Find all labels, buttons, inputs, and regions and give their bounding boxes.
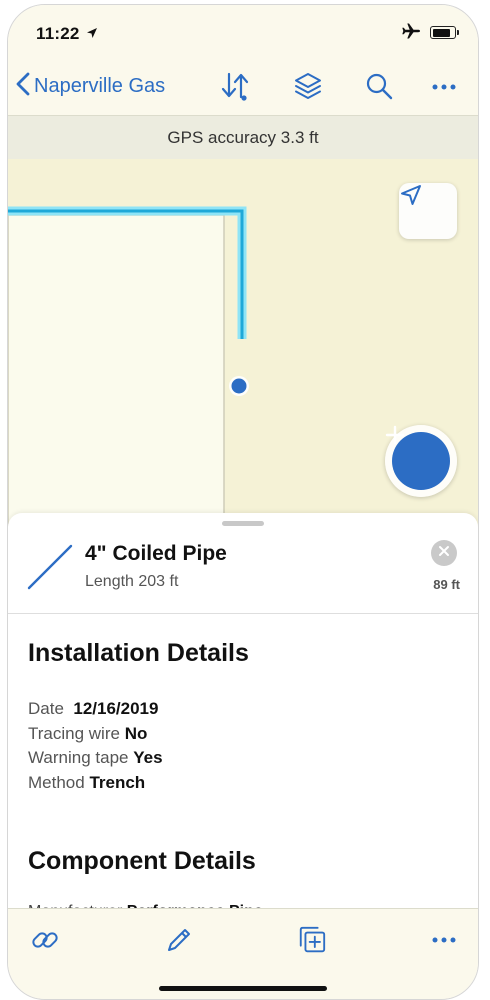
add-feature-button[interactable] <box>385 425 457 497</box>
status-time: 11:22 <box>36 24 80 43</box>
attribute-label: Method <box>28 772 85 792</box>
attribute-label: Tracing wire <box>28 723 120 743</box>
layers-icon[interactable] <box>293 71 323 101</box>
close-button[interactable] <box>431 540 457 566</box>
feature-distance: 89 ft <box>433 577 460 592</box>
map-view[interactable] <box>8 159 478 529</box>
close-icon <box>438 544 450 562</box>
sort-icon[interactable] <box>220 71 250 101</box>
attribute-value: No <box>124 723 148 743</box>
attribute-value: Trench <box>89 772 146 792</box>
gps-accuracy-text: GPS accuracy 3.3 ft <box>167 127 319 147</box>
attribute-row: Warning tape Yes <box>28 746 163 771</box>
feature-length: Length 203 ft <box>85 573 179 590</box>
link-icon[interactable] <box>30 925 60 955</box>
section-title-installation: Installation Details <box>28 639 249 667</box>
installation-attributes: Date 12/16/2019 Tracing wire No Warning … <box>28 697 163 795</box>
phone-screen: 11:22 Naperville Gas GPS accuracy 3.3 ft… <box>7 4 479 1000</box>
attribute-value: Yes <box>133 748 163 767</box>
airplane-mode-icon <box>401 23 421 44</box>
more-icon[interactable] <box>430 71 460 101</box>
attribute-value: 12/16/2019 <box>73 699 159 718</box>
gps-location-dot <box>231 378 247 394</box>
attribute-label: Warning tape <box>28 748 129 767</box>
navigation-bar: Naperville Gas <box>8 57 478 115</box>
feature-header: 4" Coiled Pipe Length 203 ft 89 ft <box>8 529 478 614</box>
back-button[interactable]: Naperville Gas <box>16 72 165 101</box>
section-title-component: Component Details <box>28 847 256 875</box>
locate-button[interactable] <box>399 183 457 239</box>
battery-icon <box>430 26 459 39</box>
pencil-icon[interactable] <box>164 925 194 955</box>
status-bar: 11:22 <box>8 5 478 57</box>
parcel-shape <box>8 214 225 529</box>
gps-accuracy-bar: GPS accuracy 3.3 ft <box>8 115 478 160</box>
feature-title: 4" Coiled Pipe <box>85 542 227 565</box>
duplicate-icon[interactable] <box>297 925 327 955</box>
line-feature-icon <box>26 543 74 596</box>
add-feature-fab <box>385 425 450 490</box>
back-label: Naperville Gas <box>34 75 166 97</box>
feature-detail-sheet: 4" Coiled Pipe Length 203 ft 89 ft Insta… <box>8 513 478 913</box>
home-indicator[interactable] <box>159 986 327 991</box>
attribute-label: Date <box>28 699 64 718</box>
attribute-row: Tracing wire No <box>28 722 163 747</box>
back-chevron-icon <box>16 72 30 101</box>
attribute-row: Date 12/16/2019 <box>28 697 163 722</box>
more-icon[interactable] <box>430 925 460 955</box>
search-icon[interactable] <box>364 71 394 101</box>
location-arrow-icon <box>86 26 98 44</box>
attribute-row: Method Trench <box>28 771 163 796</box>
sheet-drag-handle[interactable] <box>222 521 264 526</box>
